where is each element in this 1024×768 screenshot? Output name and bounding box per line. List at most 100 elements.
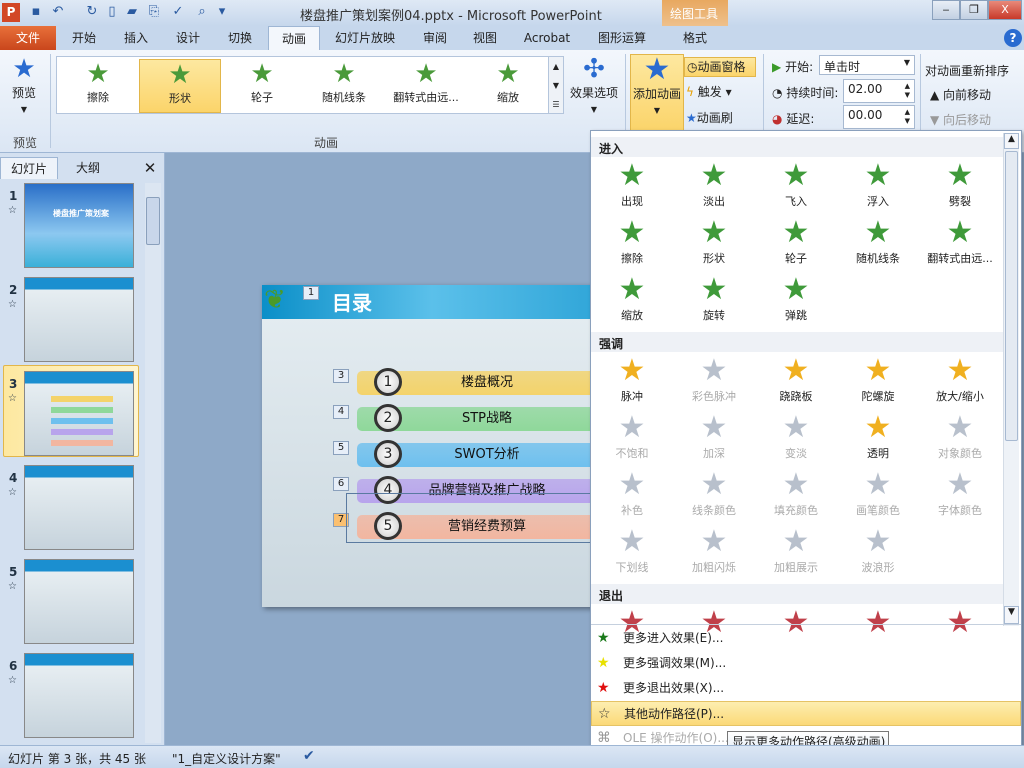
effect-item[interactable]: ★ 随机线条 [838,216,918,266]
spell-check-icon[interactable]: ✔ [303,748,315,764]
menu-command[interactable]: ★ 更多退出效果(X)... [591,676,1021,701]
animation-tag[interactable]: 1 [303,286,319,300]
gallery-scroll[interactable]: ▲ ▼ ☰ [548,56,564,114]
effect-item[interactable]: ★ 淡出 [674,159,754,209]
gallery-item[interactable]: ★ 擦除 [57,59,139,113]
effect-item[interactable]: ★ 浮入 [838,159,918,209]
animation-painter-button[interactable]: ★动画刷 [686,109,733,126]
effect-item[interactable]: ★ 放大/缩小 [920,354,1000,404]
delay-stepper[interactable]: 00.00 ▲ ▼ [843,105,915,129]
tab-5[interactable]: 动画 [268,26,320,50]
effect-item[interactable]: ★ 飞入 [756,159,836,209]
slide-thumbnail[interactable] [24,559,134,644]
attach-icon[interactable]: ⎘ [146,4,162,20]
tab-2[interactable]: 插入 [112,26,160,50]
slide[interactable]: ❦ 1 目录 3 楼盘概况 1 4 STP战略 2 5 SWOT分析 3 6 品牌营销及推广战略 4 7… [262,285,602,607]
animation-pane-button[interactable]: ◷动画窗格 [684,57,756,77]
redo-icon[interactable]: ↻ [84,4,100,20]
move-later-button[interactable]: ▼ 向后移动 [930,111,991,128]
tab-4[interactable]: 切换 [216,26,264,50]
effect-item[interactable]: ★ 变淡 [756,411,836,461]
effect-item[interactable]: ★ 补色 [592,468,672,518]
animation-tag[interactable]: 5 [333,441,349,455]
effect-item[interactable]: ★ 出现 [592,159,672,209]
add-animation-button[interactable]: ★ 添加动画 ▼ [630,54,684,132]
new-icon[interactable]: ▯ [104,4,120,20]
preview-button[interactable]: ★ 预览 ▼ [4,54,44,115]
minimize-button[interactable]: ‒ [932,0,960,20]
effect-item[interactable]: ★ 线条颜色 [674,468,754,518]
gallery-item[interactable]: ★ 形状 [139,59,221,113]
tab-11[interactable]: 格式 [662,26,728,50]
animation-tag[interactable]: 3 [333,369,349,383]
tab-7[interactable]: 审阅 [412,26,458,50]
close-pane-icon[interactable]: ✕ [140,157,160,179]
save-icon[interactable]: ▪ [28,4,44,20]
slide-title[interactable]: 目录 [332,287,372,316]
effect-item[interactable]: ★ 擦除 [592,216,672,266]
effect-item[interactable]: ★ 轮子 [756,216,836,266]
effect-item[interactable]: ★ 旋转 [674,273,754,323]
gallery-item[interactable]: ★ 翻转式由远... [385,59,467,113]
menu-command[interactable]: ★ 更多强调效果(M)... [591,651,1021,676]
effect-item[interactable]: ★ 劈裂 [920,159,1000,209]
animation-tag[interactable]: 6 [333,477,349,491]
pane-scrollbar[interactable] [145,183,161,743]
tab-9[interactable]: Acrobat [512,26,582,50]
gallery-item[interactable]: ★ 缩放 [467,59,549,113]
effect-item[interactable]: ★ 不饱和 [592,411,672,461]
effect-item[interactable]: ★ 陀螺旋 [838,354,918,404]
effect-item[interactable]: ★ 对象颜色 [920,411,1000,461]
animation-tag[interactable]: 4 [333,405,349,419]
effect-item[interactable]: ★ 下划线 [592,525,672,575]
effect-item[interactable]: ★ 跷跷板 [756,354,836,404]
open-icon[interactable]: ▰ [124,4,140,20]
tab-outline[interactable]: 大纲 [58,157,118,179]
help-icon[interactable]: ? [1004,29,1022,47]
tab-0[interactable]: 文件 [0,26,56,50]
gallery-item[interactable]: ★ 轮子 [221,59,303,113]
effect-options-button[interactable]: ✣ 效果选项 ▼ [566,54,622,115]
slide-thumbnail[interactable] [24,465,134,550]
tab-6[interactable]: 幻灯片放映 [322,26,408,50]
effect-item[interactable]: ★ 形状 [674,216,754,266]
effect-item[interactable]: ★ 填充颜色 [756,468,836,518]
effect-item[interactable]: ★ 翻转式由远... [920,216,1000,266]
restore-button[interactable]: ❐ [960,0,988,20]
slide-thumbnail[interactable]: 楼盘推广策划案 [24,183,134,268]
move-earlier-button[interactable]: ▲ 向前移动 [930,86,991,103]
print-preview-icon[interactable]: ⌕ [194,4,210,20]
selection-box[interactable] [346,493,602,543]
effect-item[interactable]: ★ 字体颜色 [920,468,1000,518]
close-button[interactable]: X [988,0,1022,20]
effect-item[interactable]: ★ 透明 [838,411,918,461]
tab-10[interactable]: 图形运算 [586,26,658,50]
undo-icon[interactable]: ↶ [50,4,66,20]
tab-slides[interactable]: 幻灯片 [0,157,58,179]
spell-icon[interactable]: ✓ [170,4,186,20]
gallery-item[interactable]: ★ 随机线条 [303,59,385,113]
effect-item[interactable]: ★ 脉冲 [592,354,672,404]
start-select[interactable]: 单击时 ▼ [819,55,915,75]
duration-stepper[interactable]: 02.00 ▲ ▼ [843,79,915,103]
menu-scrollbar[interactable]: ▲ ▼ [1003,133,1019,626]
effect-item[interactable]: ★ 加粗闪烁 [674,525,754,575]
effect-item[interactable]: ★ 加粗展示 [756,525,836,575]
theme-name[interactable]: "1_自定义设计方案" [172,750,281,767]
effect-item[interactable]: ★ 波浪形 [838,525,918,575]
tab-8[interactable]: 视图 [462,26,508,50]
menu-command[interactable]: ★ 更多进入效果(E)... [591,626,1021,651]
slide-thumbnail[interactable] [24,277,134,362]
tab-3[interactable]: 设计 [164,26,212,50]
effect-item[interactable]: ★ 弹跳 [756,273,836,323]
tab-1[interactable]: 开始 [60,26,108,50]
slide-thumbnail[interactable] [24,371,134,456]
effect-item[interactable]: ★ 画笔颜色 [838,468,918,518]
menu-command[interactable]: ☆ 其他动作路径(P)... [591,701,1021,726]
effect-item[interactable]: ★ 缩放 [592,273,672,323]
effect-item[interactable]: ★ 彩色脉冲 [674,354,754,404]
customize-icon[interactable]: ▾ [214,4,230,20]
effect-item[interactable]: ★ 加深 [674,411,754,461]
trigger-button[interactable]: ϟ 触发 ▾ [686,83,732,100]
slide-thumbnail[interactable] [24,653,134,738]
